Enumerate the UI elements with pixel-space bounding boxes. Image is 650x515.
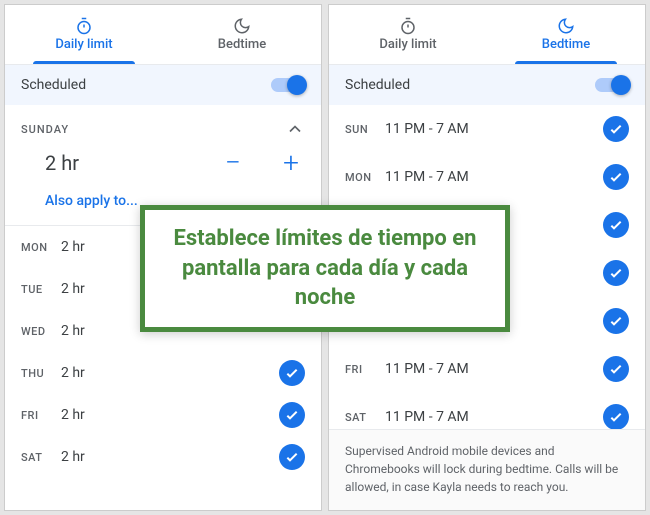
check-badge[interactable] bbox=[279, 444, 305, 470]
check-badge[interactable] bbox=[279, 360, 305, 386]
check-badge[interactable] bbox=[603, 356, 629, 382]
scheduled-row: Scheduled bbox=[329, 65, 645, 105]
day-abbr: SAT bbox=[21, 451, 61, 464]
day-abbr: TUE bbox=[21, 283, 61, 296]
moon-icon bbox=[557, 17, 575, 35]
tab-label: Daily limit bbox=[55, 37, 112, 52]
day-value: 2 hr bbox=[61, 365, 279, 381]
day-row[interactable]: THU2 hr bbox=[5, 352, 321, 394]
day-abbr: MON bbox=[345, 171, 385, 184]
day-abbr: FRI bbox=[21, 409, 61, 422]
tab-daily-limit[interactable]: Daily limit bbox=[5, 5, 163, 64]
day-abbr: SAT bbox=[345, 411, 385, 424]
tab-bedtime[interactable]: Bedtime bbox=[163, 5, 321, 64]
footer-note: Supervised Android mobile devices and Ch… bbox=[329, 429, 645, 510]
day-value: 11 PM - 7 AM bbox=[385, 409, 603, 425]
tab-label: Daily limit bbox=[379, 37, 436, 52]
day-abbr: SUN bbox=[345, 123, 385, 136]
day-abbr: FRI bbox=[345, 363, 385, 376]
hours-row: 2 hr − + bbox=[45, 149, 305, 177]
tab-label: Bedtime bbox=[218, 37, 266, 52]
check-badge[interactable] bbox=[603, 164, 629, 190]
tab-daily-limit[interactable]: Daily limit bbox=[329, 5, 487, 64]
day-value: 11 PM - 7 AM bbox=[385, 169, 603, 185]
chevron-up-icon bbox=[285, 119, 305, 139]
scheduled-label: Scheduled bbox=[345, 77, 410, 93]
day-value: 2 hr bbox=[61, 449, 279, 465]
hours-value: 2 hr bbox=[45, 151, 79, 175]
moon-icon bbox=[233, 17, 251, 35]
day-row[interactable]: FRI11 PM - 7 AM bbox=[329, 345, 645, 393]
expanded-day-header[interactable]: SUNDAY bbox=[5, 105, 321, 145]
day-abbr: WED bbox=[21, 325, 61, 338]
day-value: 2 hr bbox=[61, 407, 279, 423]
stopwatch-icon bbox=[399, 17, 417, 35]
expanded-day-name: SUNDAY bbox=[21, 123, 69, 136]
scheduled-label: Scheduled bbox=[21, 77, 86, 93]
tab-bar: Daily limit Bedtime bbox=[329, 5, 645, 65]
check-badge[interactable] bbox=[603, 308, 629, 334]
check-badge[interactable] bbox=[603, 116, 629, 142]
day-value: 11 PM - 7 AM bbox=[385, 361, 603, 377]
stopwatch-icon bbox=[75, 17, 93, 35]
decrease-button[interactable]: − bbox=[219, 149, 247, 177]
check-badge[interactable] bbox=[279, 402, 305, 428]
day-value: 11 PM - 7 AM bbox=[385, 121, 603, 137]
annotation-callout: Establece límites de tiempo en pantalla … bbox=[140, 205, 510, 332]
scheduled-row: Scheduled bbox=[5, 65, 321, 105]
day-row[interactable]: SAT11 PM - 7 AM bbox=[329, 393, 645, 429]
day-row[interactable]: SAT2 hr bbox=[5, 436, 321, 478]
day-abbr: MON bbox=[21, 241, 61, 254]
check-badge[interactable] bbox=[603, 212, 629, 238]
scheduled-toggle[interactable] bbox=[271, 78, 305, 92]
tab-bar: Daily limit Bedtime bbox=[5, 5, 321, 65]
check-badge[interactable] bbox=[603, 260, 629, 286]
day-row[interactable]: FRI2 hr bbox=[5, 394, 321, 436]
tab-label: Bedtime bbox=[542, 37, 590, 52]
check-badge[interactable] bbox=[603, 404, 629, 429]
tab-bedtime[interactable]: Bedtime bbox=[487, 5, 645, 64]
day-row[interactable]: MON11 PM - 7 AM bbox=[329, 153, 645, 201]
increase-button[interactable]: + bbox=[277, 149, 305, 177]
day-abbr: THU bbox=[21, 367, 61, 380]
day-row[interactable]: SUN11 PM - 7 AM bbox=[329, 105, 645, 153]
scheduled-toggle[interactable] bbox=[595, 78, 629, 92]
